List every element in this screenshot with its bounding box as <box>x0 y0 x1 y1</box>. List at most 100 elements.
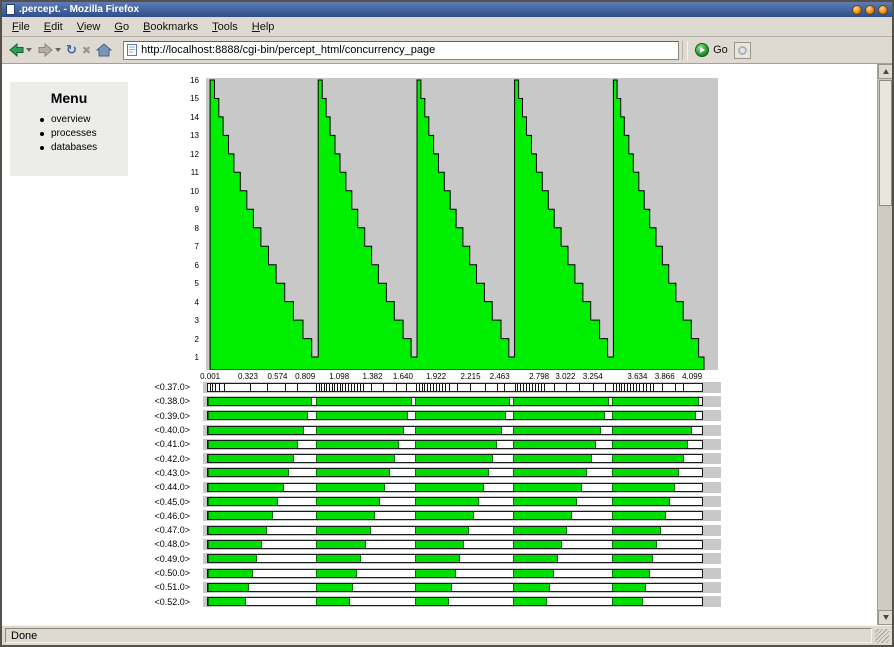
y-tick-label: 9 <box>194 205 199 215</box>
process-activity-bar[interactable] <box>207 454 703 464</box>
activity-tick <box>284 383 286 391</box>
menu-go[interactable]: Go <box>107 19 136 35</box>
process-activity-bar[interactable] <box>207 497 703 507</box>
activity-segment <box>611 583 647 591</box>
process-activity-bar[interactable] <box>207 597 703 607</box>
process-activity-bar[interactable] <box>207 396 703 406</box>
process-row: <0.37.0> <box>4 380 740 394</box>
activity-tick <box>674 383 676 391</box>
scroll-up-button[interactable] <box>878 64 892 79</box>
activity-tick <box>627 383 629 391</box>
activity-tick <box>345 383 347 391</box>
activity-tick <box>520 383 522 391</box>
process-track <box>203 481 721 493</box>
process-activity-bar[interactable] <box>207 411 703 421</box>
process-label[interactable]: <0.42.0> <box>4 454 190 464</box>
process-label[interactable]: <0.49.0> <box>4 554 190 564</box>
concurrency-graph <box>206 78 718 370</box>
reload-button[interactable]: ↻ <box>64 39 79 62</box>
arrow-up-icon <box>882 69 889 74</box>
minimize-button[interactable] <box>852 4 862 15</box>
process-activity-bar[interactable] <box>207 482 703 492</box>
forward-button[interactable] <box>35 39 63 62</box>
activity-tick <box>430 383 432 391</box>
menu-help[interactable]: Help <box>245 19 282 35</box>
url-input[interactable] <box>141 44 676 56</box>
process-label[interactable]: <0.50.0> <box>4 568 190 578</box>
activity-segment <box>315 512 376 520</box>
activity-segment <box>611 469 680 477</box>
process-activity-bar[interactable] <box>207 511 703 521</box>
sidebar-link-processes[interactable]: processes <box>10 127 128 141</box>
process-row: <0.48.0> <box>4 537 740 551</box>
process-label[interactable]: <0.48.0> <box>4 539 190 549</box>
activity-tick <box>267 383 269 391</box>
activity-tick <box>215 383 217 391</box>
reload-icon: ↻ <box>66 42 77 58</box>
menu-bookmarks[interactable]: Bookmarks <box>136 19 205 35</box>
back-button[interactable] <box>6 39 34 62</box>
back-dropdown-caret[interactable] <box>26 48 32 52</box>
activity-tick <box>416 383 418 391</box>
menu-view[interactable]: View <box>70 19 108 35</box>
vertical-scrollbar[interactable] <box>877 64 892 625</box>
activity-tick <box>329 383 331 391</box>
activity-tick <box>219 383 221 391</box>
process-label[interactable]: <0.46.0> <box>4 511 190 521</box>
activity-tick <box>316 383 318 391</box>
activity-segment <box>512 426 601 434</box>
process-activity-bar[interactable] <box>207 582 703 592</box>
process-activity-bar[interactable] <box>207 525 703 535</box>
titlebar[interactable]: .percept. - Mozilla Firefox <box>2 2 892 17</box>
forward-dropdown-caret[interactable] <box>55 48 61 52</box>
process-label[interactable]: <0.51.0> <box>4 582 190 592</box>
activity-segment <box>611 498 671 506</box>
activity-segment <box>611 526 662 534</box>
process-label[interactable]: <0.43.0> <box>4 468 190 478</box>
process-label[interactable]: <0.38.0> <box>4 396 190 406</box>
close-button[interactable] <box>878 4 888 15</box>
maximize-button[interactable] <box>865 4 875 15</box>
process-label[interactable]: <0.40.0> <box>4 425 190 435</box>
activity-segment <box>611 412 696 420</box>
activity-tick <box>523 383 525 391</box>
process-label[interactable]: <0.39.0> <box>4 411 190 421</box>
activity-segment <box>208 512 273 520</box>
home-button[interactable] <box>94 39 114 62</box>
process-activity-bar[interactable] <box>207 382 703 392</box>
process-activity-bar[interactable] <box>207 539 703 549</box>
activity-tick <box>553 383 555 391</box>
process-activity-bar[interactable] <box>207 468 703 478</box>
scroll-down-button[interactable] <box>878 610 892 625</box>
activity-tick <box>296 383 298 391</box>
process-track <box>203 395 721 407</box>
activity-segment <box>611 455 684 463</box>
sidebar-link-databases[interactable]: databases <box>10 141 128 155</box>
process-label[interactable]: <0.37.0> <box>4 382 190 392</box>
process-label[interactable]: <0.47.0> <box>4 525 190 535</box>
menu-file[interactable]: File <box>5 19 37 35</box>
process-activity-bar[interactable] <box>207 554 703 564</box>
activity-segment <box>512 512 573 520</box>
scrollbar-thumb[interactable] <box>879 80 892 206</box>
back-arrow-icon <box>9 42 24 58</box>
window-icon <box>6 4 15 15</box>
menu-edit[interactable]: Edit <box>37 19 70 35</box>
go-button[interactable]: Go <box>695 43 728 57</box>
activity-tick <box>371 383 373 391</box>
activity-tick <box>249 383 251 391</box>
process-label[interactable]: <0.44.0> <box>4 482 190 492</box>
activity-tick <box>649 383 651 391</box>
process-activity-bar[interactable] <box>207 439 703 449</box>
process-label[interactable]: <0.45.0> <box>4 497 190 507</box>
process-row: <0.47.0> <box>4 523 740 537</box>
process-activity-bar[interactable] <box>207 568 703 578</box>
process-label[interactable]: <0.41.0> <box>4 439 190 449</box>
activity-tick <box>323 383 325 391</box>
process-activity-bar[interactable] <box>207 425 703 435</box>
menu-tools[interactable]: Tools <box>205 19 245 35</box>
resize-grip-icon[interactable] <box>875 628 889 643</box>
process-label[interactable]: <0.52.0> <box>4 597 190 607</box>
stop-button[interactable]: ✖ <box>80 39 93 62</box>
sidebar-link-overview[interactable]: overview <box>10 113 128 127</box>
